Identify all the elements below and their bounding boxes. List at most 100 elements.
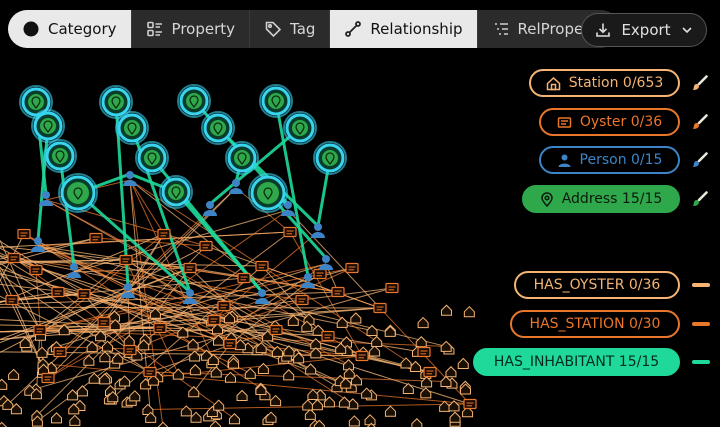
export-label: Export [621,21,671,39]
legend-category-person[interactable]: Person 0/15 [539,146,680,174]
station-node [157,421,169,427]
oyster-node [417,346,431,358]
station-node [255,341,267,354]
oyster-node [143,366,157,378]
view-toolbar: Category Property Tag Relationship RelPr… [8,10,621,48]
station-house-icon [546,76,561,91]
legend-category-station[interactable]: Station 0/653 [529,69,680,97]
person-node [42,191,50,199]
oyster-node [7,252,21,264]
station-node [410,360,422,372]
location-pin-icon [540,191,554,207]
station-node [76,385,88,397]
tab-relationship[interactable]: Relationship [330,10,477,48]
person-node [304,273,312,281]
oyster-node [41,372,55,384]
station-node [67,389,79,401]
oyster-node [89,232,103,244]
station-node [51,412,63,424]
tab-relationship-label: Relationship [370,20,463,38]
station-node [0,421,8,427]
tab-tag[interactable]: Tag [250,10,329,48]
station-node [417,316,429,329]
station-node [210,366,222,378]
edge-color-swatch [692,360,710,364]
oyster-node [207,314,221,326]
station-node [336,316,348,328]
oyster-node [123,344,137,356]
station-node [440,304,452,316]
station-node [123,334,135,346]
station-node [119,375,131,387]
station-node [236,389,248,401]
oyster-node [223,338,237,350]
station-node [88,372,100,384]
station-node [411,418,423,427]
oyster-node [345,262,359,274]
station-node [265,411,277,423]
oyster-node [237,272,251,284]
station-node [348,415,360,427]
oyster-node [217,300,231,312]
person-node [124,283,132,291]
person-icon [557,153,572,168]
station-node [323,396,335,408]
legend-relationship-has-inhabitant-label: HAS_INHABITANT 15/15 [493,354,660,370]
download-icon [595,22,611,38]
oyster-node [157,228,171,240]
station-node [439,400,451,412]
oyster-node [331,286,345,298]
oyster-node [385,282,399,294]
paintbrush-icon[interactable] [692,75,708,91]
oyster-node [183,262,197,274]
legend-relationship-has-station-label: HAS_STATION 0/30 [529,316,661,332]
station-node [257,362,269,374]
station-node [440,375,452,387]
oyster-node [51,286,65,298]
oyster-card-icon [557,115,572,130]
station-node [440,340,452,352]
oyster-node [153,322,167,334]
station-node [0,378,8,390]
oyster-node [321,330,335,342]
tag-icon [264,20,282,38]
relationship-edge [129,179,164,427]
oyster-node [355,350,369,362]
legend-relationship-has-station[interactable]: HAS_STATION 0/30 [510,310,680,338]
oyster-node [53,346,67,358]
person-node [322,255,330,263]
paintbrush-icon[interactable] [692,152,708,168]
station-node [361,387,373,399]
person-node [232,179,240,187]
tab-property[interactable]: Property [132,10,249,48]
station-node [302,399,314,411]
paintbrush-icon[interactable] [692,191,708,207]
legend-relationship-has-inhabitant[interactable]: HAS_INHABITANT 15/15 [473,348,680,376]
oyster-node [77,288,91,300]
station-node [311,399,323,411]
tab-property-label: Property [171,20,236,38]
rel-property-list-icon [492,20,510,38]
station-node [109,310,121,322]
oyster-node [295,294,309,306]
station-node [112,352,124,364]
legend-category-address[interactable]: Address 15/15 [522,185,680,213]
person-node [126,171,134,179]
paintbrush-icon[interactable] [692,114,708,130]
station-node [350,312,362,324]
station-node [415,336,427,348]
station-node [69,414,81,426]
tab-category[interactable]: Category [8,10,131,48]
legend-relationship-has-oyster[interactable]: HAS_OYSTER 0/36 [514,271,680,299]
station-node [400,357,412,369]
tab-category-label: Category [48,20,117,38]
person-node [314,223,322,231]
oyster-node [33,324,47,336]
station-node [457,357,469,369]
station-node [343,359,355,371]
oyster-node [423,366,437,378]
station-node [172,368,184,380]
export-button[interactable]: Export [581,13,707,47]
legend-category-address-label: Address 15/15 [561,191,663,207]
legend-category-oyster[interactable]: Oyster 0/36 [539,108,680,136]
